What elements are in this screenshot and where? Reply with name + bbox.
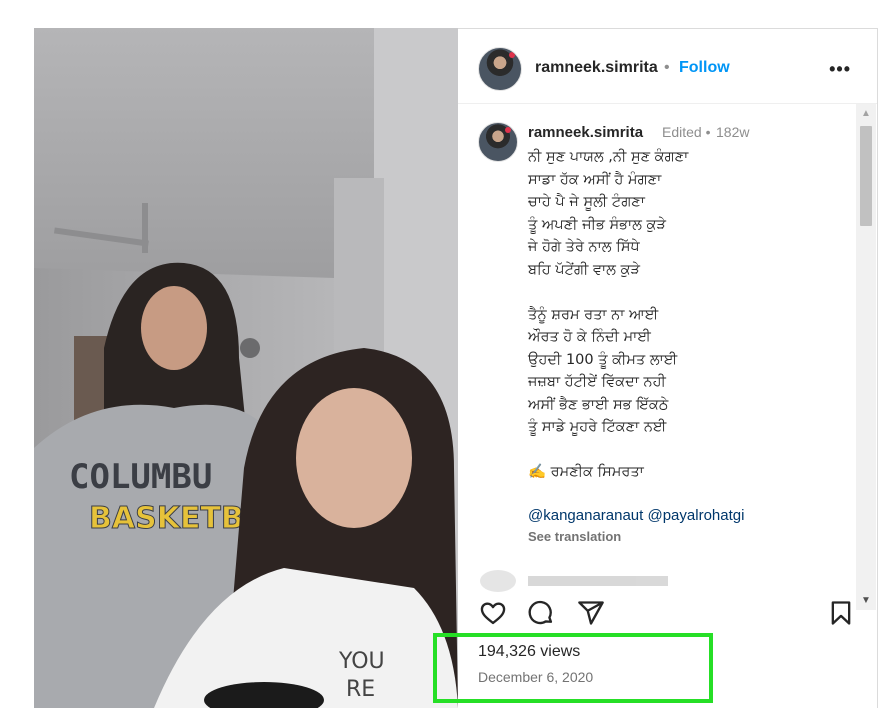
shirt-text-2: RE [346, 677, 375, 702]
follow-separator-dot: • [664, 59, 670, 76]
caption-edited-label: Edited • [662, 124, 711, 140]
post-details-panel: ramneek.simrita • Follow ••• ramneek.sim… [458, 28, 878, 708]
scrollbar[interactable]: ▲ ▼ [856, 104, 876, 610]
post-date[interactable]: December 6, 2020 [478, 669, 593, 685]
scrollbar-thumb[interactable] [860, 126, 872, 226]
caption-avatar[interactable] [478, 122, 518, 162]
comment-icon[interactable] [526, 599, 556, 627]
bookmark-icon[interactable] [826, 599, 856, 627]
mention-link[interactable]: @payalrohatgi [647, 507, 744, 524]
follow-button[interactable]: Follow [679, 59, 730, 77]
comments-scroll-area[interactable]: ramneek.simrita Edited • 182w ਨੀ ਸੁਣ ਪਾਯ… [458, 104, 856, 610]
share-icon[interactable] [576, 599, 606, 627]
heart-icon[interactable] [478, 599, 508, 627]
mention-link[interactable]: @kanganaranaut [528, 507, 643, 524]
next-comment-partial [480, 570, 740, 592]
header-username[interactable]: ramneek.simrita [535, 59, 658, 77]
header-avatar[interactable] [478, 47, 522, 91]
shirt-text-1: YOU [338, 649, 385, 674]
see-translation-button[interactable]: See translation [528, 529, 621, 544]
caption-mentions: @kanganaranaut @payalrohatgi [528, 507, 744, 524]
more-options-icon[interactable]: ••• [829, 59, 851, 80]
scroll-down-arrow-icon[interactable]: ▼ [856, 595, 876, 606]
post-video[interactable]: COLUMBU BASKETBALL YOU RE [34, 28, 458, 708]
scroll-up-arrow-icon[interactable]: ▲ [856, 108, 876, 119]
video-frame: COLUMBU BASKETBALL YOU RE [34, 28, 458, 708]
sweatshirt-text-1: COLUMBU [69, 457, 212, 497]
caption-timestamp[interactable]: 182w [716, 124, 749, 140]
view-count[interactable]: 194,326 views [478, 643, 580, 661]
caption-username[interactable]: ramneek.simrita [528, 124, 643, 141]
caption-text: ਨੀ ਸੁਣ ਪਾਯਲ ,ਨੀ ਸੁਣ ਕੰਗਣਾ ਸਾਡਾ ਹੱਕ ਅਸੀਂ … [528, 149, 689, 480]
